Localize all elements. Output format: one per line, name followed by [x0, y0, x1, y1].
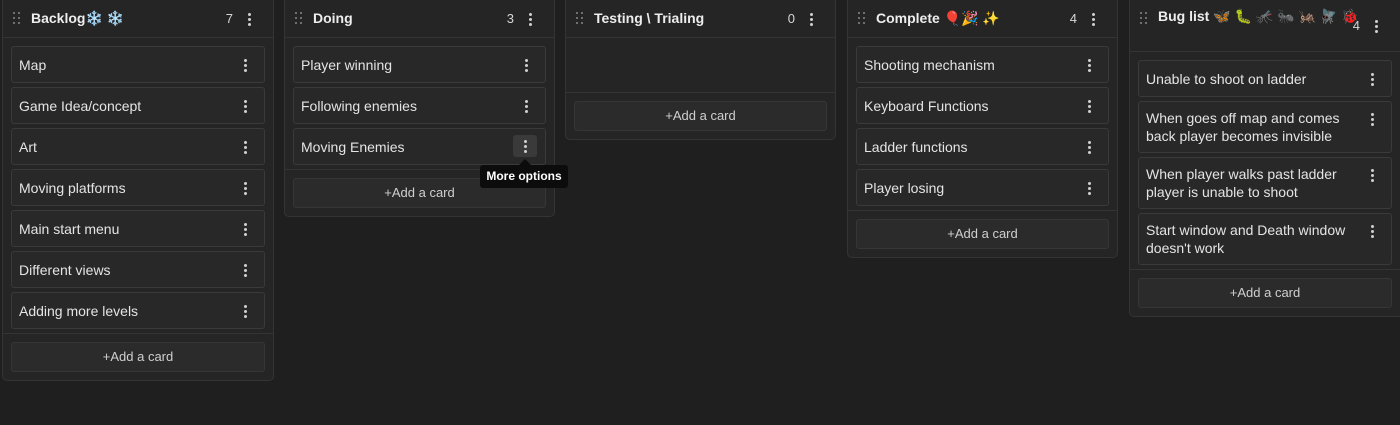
card[interactable]: Keyboard Functions: [856, 87, 1109, 124]
column-footer: +Add a card: [848, 210, 1117, 257]
card-more-options-icon[interactable]: [1366, 223, 1378, 239]
card-title: Different views: [19, 262, 111, 278]
column-more-options-icon[interactable]: [1087, 11, 1099, 27]
card-list: Unable to shoot on ladder When goes off …: [1130, 52, 1400, 265]
column-header: Complete 🎈🎉 ✨ 4: [848, 0, 1117, 38]
card[interactable]: Game Idea/concept: [11, 87, 265, 124]
card[interactable]: Following enemies: [293, 87, 546, 124]
card-list: Player winning Following enemies Moving …: [285, 38, 554, 165]
card-title: Unable to shoot on ladder: [1146, 71, 1307, 87]
card-count: 0: [787, 11, 795, 26]
column-title[interactable]: Testing \ Trialing: [594, 10, 704, 27]
card-more-options-icon[interactable]: [239, 98, 251, 114]
card-more-options-icon[interactable]: [239, 139, 251, 155]
card-more-options-icon[interactable]: [239, 180, 251, 196]
drag-handle-icon[interactable]: [1140, 12, 1148, 24]
card[interactable]: Main start menu: [11, 210, 265, 247]
card-more-options-icon[interactable]: [239, 262, 251, 278]
card-more-options-icon[interactable]: [239, 303, 251, 319]
card-more-options-icon[interactable]: [1366, 111, 1378, 127]
card-more-options-icon[interactable]: [1083, 180, 1095, 196]
card-title: Ladder functions: [864, 139, 968, 155]
column-complete: Complete 🎈🎉 ✨ 4 Shooting mechanism Keybo…: [847, 0, 1118, 258]
card-title: Start window and Death window doesn't wo…: [1146, 222, 1346, 256]
column-header: Backlog❄️ ❄️ 7: [3, 0, 273, 38]
drag-handle-icon[interactable]: [295, 12, 303, 24]
card-title: Art: [19, 139, 37, 155]
drag-handle-icon[interactable]: [576, 12, 584, 24]
card-list: Map Game Idea/concept Art Moving platfor…: [3, 38, 273, 329]
card-title: Game Idea/concept: [19, 98, 142, 114]
card-title: Main start menu: [19, 221, 120, 237]
card[interactable]: Art: [11, 128, 265, 165]
column-footer: +Add a card: [3, 333, 273, 380]
card-title: Player winning: [301, 57, 393, 73]
column-backlog: Backlog❄️ ❄️ 7 Map Game Idea/concept Art…: [2, 0, 274, 381]
card[interactable]: When player walks past ladder player is …: [1138, 157, 1392, 209]
card[interactable]: Ladder functions: [856, 128, 1109, 165]
card[interactable]: Start window and Death window doesn't wo…: [1138, 213, 1392, 265]
drag-handle-icon[interactable]: [13, 12, 21, 24]
card-more-options-icon[interactable]: [1083, 57, 1095, 73]
add-card-button[interactable]: +Add a card: [1138, 278, 1392, 308]
card-title: Following enemies: [301, 98, 417, 114]
card-title: Adding more levels: [19, 303, 139, 319]
card-count: 4: [1069, 11, 1077, 26]
card-list: Shooting mechanism Keyboard Functions La…: [848, 38, 1117, 206]
more-options-tooltip: More options: [480, 159, 568, 188]
card[interactable]: Adding more levels: [11, 292, 265, 329]
column-header: Testing \ Trialing 0: [566, 0, 835, 38]
card-title: Map: [19, 57, 47, 73]
card[interactable]: Moving Enemies: [293, 128, 546, 165]
card[interactable]: Unable to shoot on ladder: [1138, 60, 1392, 97]
column-header: Doing 3: [285, 0, 554, 38]
column-more-options-icon[interactable]: [243, 11, 255, 27]
card-more-options-icon[interactable]: [520, 57, 532, 73]
card-title: Keyboard Functions: [864, 98, 989, 114]
card[interactable]: Player losing: [856, 169, 1109, 206]
column-more-options-icon[interactable]: [1370, 18, 1382, 34]
card-title: Moving platforms: [19, 180, 126, 196]
card-title: Player losing: [864, 180, 945, 196]
card-count: 7: [225, 11, 233, 26]
card-more-options-icon[interactable]: [1366, 167, 1378, 183]
empty-card-area: [566, 38, 835, 92]
column-header: Bug list 🦋 🐛 🦟 🐜 🦗 🪰 🐞 4: [1130, 0, 1400, 52]
card[interactable]: Different views: [11, 251, 265, 288]
card-more-options-icon[interactable]: [239, 221, 251, 237]
card-more-options-icon[interactable]: [1083, 139, 1095, 155]
card-more-options-icon[interactable]: [1083, 98, 1095, 114]
add-card-button[interactable]: +Add a card: [856, 219, 1109, 249]
add-card-button[interactable]: +Add a card: [11, 342, 265, 372]
card[interactable]: When goes off map and comes back player …: [1138, 101, 1392, 153]
card[interactable]: Moving platforms: [11, 169, 265, 206]
card-title: When player walks past ladder player is …: [1146, 166, 1337, 200]
column-title[interactable]: Bug list 🦋 🐛 🦟 🐜 🦗 🪰 🐞: [1158, 8, 1373, 25]
card-more-options-icon[interactable]: [513, 135, 537, 157]
column-testing: Testing \ Trialing 0 +Add a card: [565, 0, 836, 140]
add-card-button[interactable]: +Add a card: [574, 101, 827, 131]
card-count: 4: [1352, 18, 1360, 33]
column-bug-list: Bug list 🦋 🐛 🦟 🐜 🦗 🪰 🐞 4 Unable to shoot…: [1129, 0, 1400, 317]
column-title[interactable]: Complete 🎈🎉 ✨: [876, 10, 1000, 27]
card-title: When goes off map and comes back player …: [1146, 110, 1340, 144]
column-title[interactable]: Doing: [313, 10, 353, 27]
column-footer: +Add a card: [566, 92, 835, 139]
card-more-options-icon[interactable]: [520, 98, 532, 114]
card-more-options-icon[interactable]: [1366, 71, 1378, 87]
card-more-options-icon[interactable]: [239, 57, 251, 73]
drag-handle-icon[interactable]: [858, 12, 866, 24]
card-title: Shooting mechanism: [864, 57, 995, 73]
card[interactable]: Shooting mechanism: [856, 46, 1109, 83]
column-more-options-icon[interactable]: [524, 11, 536, 27]
column-title[interactable]: Backlog❄️ ❄️: [31, 10, 124, 27]
card-count: 3: [506, 11, 514, 26]
column-more-options-icon[interactable]: [805, 11, 817, 27]
card[interactable]: Map: [11, 46, 265, 83]
card-title: Moving Enemies: [301, 139, 405, 155]
column-footer: +Add a card: [1130, 269, 1400, 316]
card[interactable]: Player winning: [293, 46, 546, 83]
